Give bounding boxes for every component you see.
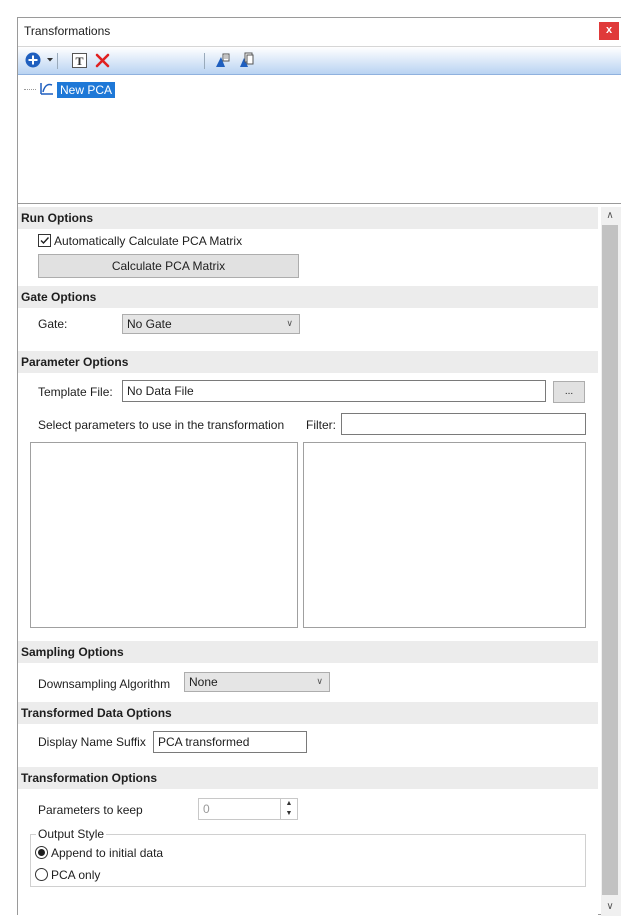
tree-item-label: New PCA (57, 81, 116, 98)
title-bar: Transformations x (18, 18, 621, 47)
filter-label: Filter: (306, 418, 336, 432)
pca-icon (40, 81, 54, 98)
append-radio-label: Append to initial data (51, 846, 164, 860)
close-button[interactable]: x (599, 22, 619, 40)
scroll-thumb[interactable] (602, 225, 618, 895)
display-name-suffix-label: Display Name Suffix (38, 735, 146, 749)
template-file-field[interactable]: No Data File (122, 380, 546, 402)
gate-label: Gate: (38, 317, 68, 331)
spin-up-icon[interactable]: ▲ (280, 799, 297, 809)
run-options-header: Run Options (18, 207, 598, 229)
scroll-down-icon[interactable]: ∨ (601, 899, 619, 915)
gate-dropdown[interactable]: No Gate ∨ (122, 314, 300, 334)
gate-dropdown-value: No Gate (127, 317, 172, 331)
tree-connector (24, 89, 36, 90)
transformed-data-options-header: Transformed Data Options (18, 702, 598, 724)
toolbar-separator (57, 53, 60, 69)
auto-calc-label: Automatically Calculate PCA Matrix (54, 234, 243, 248)
delete-icon[interactable] (93, 51, 111, 69)
sampling-options-header: Sampling Options (18, 641, 598, 663)
calculate-pca-button[interactable]: Calculate PCA Matrix (38, 254, 299, 278)
parameters-to-keep-value: 0 (203, 802, 210, 816)
window-title: Transformations (24, 24, 111, 38)
select-parameters-label: Select parameters to use in the transfor… (38, 418, 285, 432)
gate-options-header: Gate Options (18, 286, 598, 308)
scroll-up-icon[interactable]: ∧ (601, 208, 619, 224)
transformation-tree: New PCA (18, 75, 621, 204)
output-style-label: Output Style (36, 827, 107, 841)
chevron-down-icon: ∨ (316, 676, 323, 687)
svg-text:T: T (75, 54, 83, 68)
chevron-down-icon: ∨ (286, 318, 293, 329)
spin-down-icon[interactable]: ▼ (280, 809, 297, 819)
add-icon[interactable] (24, 51, 42, 69)
vertical-scrollbar[interactable]: ∧ ∨ (601, 207, 621, 916)
auto-calc-checkbox[interactable] (38, 234, 51, 247)
filter-input[interactable] (341, 413, 586, 435)
display-name-suffix-input[interactable]: PCA transformed (153, 731, 307, 753)
append-radio[interactable] (35, 846, 48, 859)
options-panel: Run Options Automatically Calculate PCA … (18, 207, 598, 916)
toolbar: T (18, 47, 621, 75)
parameters-to-keep-label: Parameters to keep (38, 803, 143, 817)
template-file-label: Template File: (38, 385, 113, 399)
dropdown-arrow-icon[interactable] (45, 51, 55, 69)
output-style-group (30, 834, 586, 887)
selected-parameters-list[interactable] (303, 442, 586, 628)
downsampling-dropdown[interactable]: None ∨ (184, 672, 330, 692)
parameter-options-header: Parameter Options (18, 351, 598, 373)
downsampling-dropdown-value: None (189, 675, 218, 689)
parameters-to-keep-stepper[interactable]: 0 ▲ ▼ (198, 798, 298, 820)
pca-only-radio-label: PCA only (51, 868, 101, 882)
apply-icon[interactable] (214, 51, 232, 69)
rename-icon[interactable]: T (70, 51, 88, 69)
transformation-options-header: Transformation Options (18, 767, 598, 789)
tree-item-new-pca[interactable]: New PCA (24, 81, 116, 98)
toolbar-separator-2 (204, 53, 207, 69)
downsampling-label: Downsampling Algorithm (38, 677, 171, 691)
transformations-window: Transformations x T New PCA Run Options … (17, 17, 621, 916)
browse-button[interactable]: ... (553, 381, 585, 403)
available-parameters-list[interactable] (30, 442, 298, 628)
pca-only-radio[interactable] (35, 868, 48, 881)
copy-icon[interactable] (238, 51, 256, 69)
